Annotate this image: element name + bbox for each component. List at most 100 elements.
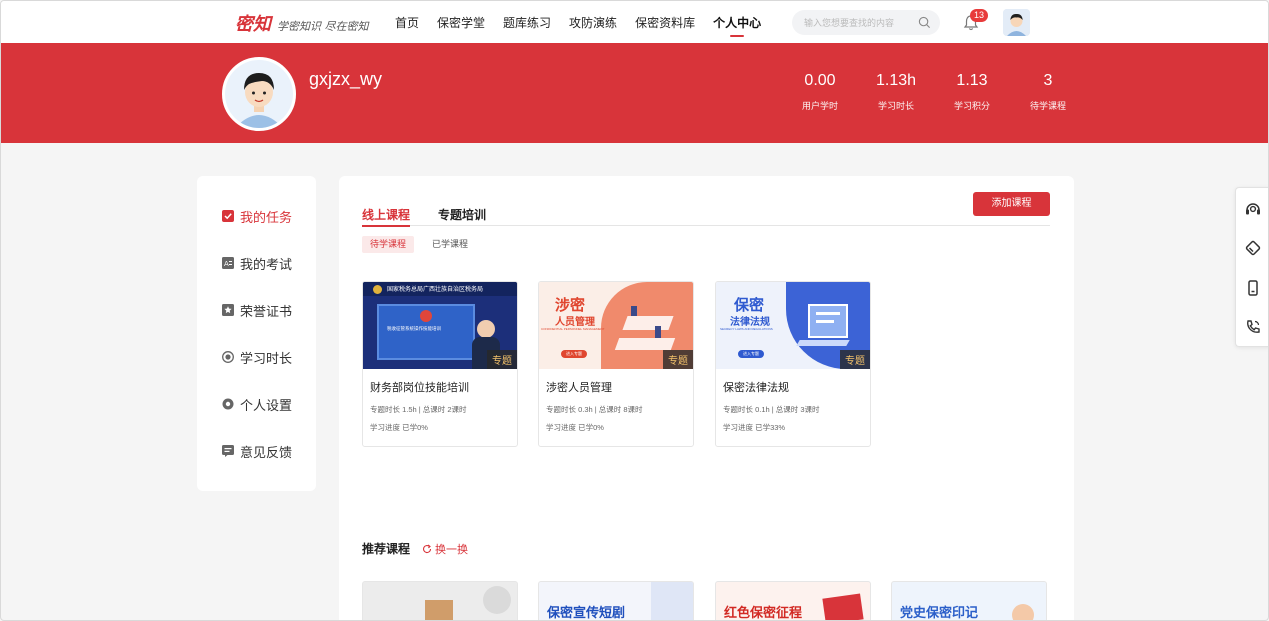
recommended-card[interactable] — [362, 581, 518, 620]
course-card[interactable]: 保密 法律法规 SECRECY LAWS AND REGULATIONS 进入专… — [715, 281, 871, 447]
recommended-title: 红色保密征程 — [724, 605, 803, 620]
course-tabs: 线上课程 专题培训 — [362, 206, 1050, 227]
feedback-icon — [222, 445, 234, 457]
sidebar-item-feedback[interactable]: 意见反馈 — [222, 441, 292, 461]
nav-home[interactable]: 首页 — [395, 1, 419, 43]
recommended-title: 保密宣传短剧 — [547, 605, 626, 620]
main-panel: 线上课程 专题培训 添加课程 待学课程 已学课程 国家税务总局广西壮族自治区税务… — [339, 176, 1074, 620]
stat-label: 学习积分 — [953, 101, 990, 111]
nav-classroom[interactable]: 保密学堂 — [437, 1, 485, 43]
svg-text:A: A — [224, 260, 229, 268]
stat-label: 待学课程 — [1029, 101, 1066, 111]
thumbnail-header-text: 国家税务总局广西壮族自治区税务局 — [387, 287, 484, 293]
refresh-button[interactable]: 换一换 — [422, 541, 468, 557]
recommended-card[interactable]: 党史保密印记 — [891, 581, 1047, 620]
notification-badge: 13 — [970, 9, 989, 22]
thumbnail-enter-button: 进入专题 — [561, 350, 587, 358]
certificate-icon — [222, 304, 234, 316]
course-card[interactable]: 国家税务总局广西壮族自治区税务局 税收征管系统操作技能培训 专题 财务部岗位技能… — [362, 281, 518, 447]
course-thumbnail: 国家税务总局广西壮族自治区税务局 税收征管系统操作技能培训 专题 — [363, 282, 517, 369]
search-input[interactable] — [804, 14, 914, 31]
add-course-button[interactable]: 添加课程 — [973, 192, 1050, 216]
tab-special-training[interactable]: 专题培训 — [438, 206, 486, 226]
thumbnail-enter-button: 进入专题 — [738, 350, 764, 358]
nav-drill[interactable]: 攻防演练 — [569, 1, 617, 43]
topic-tag: 专题 — [487, 350, 517, 369]
thumbnail-title: 涉密 — [555, 297, 586, 314]
search-icon[interactable] — [918, 16, 931, 29]
nav-library[interactable]: 保密资料库 — [635, 1, 695, 43]
logo-mark: 密知 — [235, 14, 271, 35]
sidebar-item-label: 意见反馈 — [240, 444, 293, 460]
course-meta: 专题时长 0.1h | 总课时 3课时 — [723, 405, 820, 414]
nav-practice[interactable]: 题库练习 — [503, 1, 551, 43]
course-subtabs: 待学课程 已学课程 — [362, 236, 476, 253]
sidebar-item-certificates[interactable]: 荣誉证书 — [222, 300, 292, 320]
sidebar-item-label: 我的考试 — [240, 256, 293, 272]
stat-value: 1.13h — [875, 72, 917, 89]
course-meta: 专题时长 0.3h | 总课时 8课时 — [546, 405, 643, 414]
stat-user-hours: 0.00 用户学时 — [782, 71, 858, 112]
floating-toolbar — [1235, 187, 1268, 347]
course-progress: 学习进度 已学0% — [370, 423, 428, 432]
course-progress: 学习进度 已学0% — [546, 423, 604, 432]
username: gxjzx_wy — [309, 69, 383, 89]
profile-stats: 0.00 用户学时 1.13h 学习时长 1.13 学习积分 3 待学课程 — [782, 71, 1086, 112]
sidebar-item-label: 我的任务 — [240, 209, 293, 225]
main-nav: 首页 保密学堂 题库练习 攻防演练 保密资料库 个人中心 — [395, 1, 779, 43]
profile-banner: gxjzx_wy 0.00 用户学时 1.13h 学习时长 1.13 学习积分 … — [1, 43, 1268, 143]
sidebar-item-label: 学习时长 — [240, 350, 293, 366]
course-thumbnail: 保密 法律法规 SECRECY LAWS AND REGULATIONS 进入专… — [716, 282, 870, 369]
thumbnail-subtitle: 法律法规 — [730, 317, 770, 328]
stat-value: 1.13 — [956, 72, 988, 89]
logo[interactable]: 密知 学密知识 尽在密知 — [235, 10, 369, 36]
exam-icon: A — [222, 257, 234, 269]
course-card[interactable]: 涉密 人员管理 CONFIDENTIAL PERSONNEL MANAGEMEN… — [538, 281, 694, 447]
nav-personal-center[interactable]: 个人中心 — [713, 1, 761, 43]
course-progress: 学习进度 已学33% — [723, 423, 786, 432]
search-box — [792, 10, 940, 35]
course-title: 涉密人员管理 — [546, 382, 612, 394]
subtab-pending[interactable]: 待学课程 — [362, 236, 415, 253]
phone-icon[interactable] — [1244, 318, 1262, 336]
sidebar: 我的任务 A 我的考试 荣誉证书 学习时长 个人设置 意见反馈 — [197, 176, 316, 491]
recommended-card[interactable]: 保密宣传短剧 — [538, 581, 694, 620]
refresh-label: 换一换 — [435, 544, 468, 556]
app-frame: 密知 学密知识 尽在密知 首页 保密学堂 题库练习 攻防演练 保密资料库 个人中… — [0, 0, 1269, 621]
stat-study-points: 1.13 学习积分 — [934, 71, 1010, 112]
stat-pending-courses: 3 待学课程 — [1010, 71, 1086, 112]
recommend-title: 推荐课程 — [362, 542, 411, 556]
sidebar-item-settings[interactable]: 个人设置 — [222, 394, 292, 414]
recommended-card[interactable]: 红色保密征程 — [715, 581, 871, 620]
profile-avatar[interactable] — [222, 57, 296, 131]
logo-slogan: 学密知识 尽在密知 — [277, 20, 369, 33]
thumbnail-english: SECRECY LAWS AND REGULATIONS — [720, 327, 773, 331]
sidebar-item-study-time[interactable]: 学习时长 — [222, 347, 292, 367]
thumbnail-title: 保密 — [734, 297, 765, 314]
course-title: 财务部岗位技能培训 — [370, 382, 469, 394]
eraser-icon[interactable] — [1244, 239, 1262, 257]
sidebar-item-label: 个人设置 — [240, 397, 293, 413]
top-bar: 密知 学密知识 尽在密知 首页 保密学堂 题库练习 攻防演练 保密资料库 个人中… — [1, 1, 1268, 43]
stat-value: 3 — [1043, 72, 1053, 89]
subtab-completed[interactable]: 已学课程 — [424, 236, 476, 253]
topic-tag: 专题 — [840, 350, 870, 369]
stat-label: 用户学时 — [801, 101, 838, 111]
mobile-icon[interactable] — [1244, 279, 1262, 297]
sidebar-item-label: 荣誉证书 — [240, 303, 293, 319]
topic-tag: 专题 — [663, 350, 693, 369]
clock-icon — [222, 351, 234, 363]
course-meta: 专题时长 1.5h | 总课时 2课时 — [370, 405, 467, 414]
tab-online-courses[interactable]: 线上课程 — [362, 206, 411, 227]
settings-icon — [222, 398, 234, 410]
sidebar-item-exams[interactable]: A 我的考试 — [222, 253, 292, 273]
course-title: 保密法律法规 — [723, 382, 789, 394]
refresh-icon — [423, 544, 432, 554]
headset-icon[interactable] — [1244, 200, 1262, 218]
stat-value: 0.00 — [804, 72, 836, 89]
course-thumbnail: 涉密 人员管理 CONFIDENTIAL PERSONNEL MANAGEMEN… — [539, 282, 693, 369]
recommended-title: 党史保密印记 — [900, 605, 979, 620]
sidebar-item-tasks[interactable]: 我的任务 — [222, 206, 292, 226]
checkbox-icon — [222, 210, 234, 222]
avatar[interactable] — [1003, 9, 1030, 36]
